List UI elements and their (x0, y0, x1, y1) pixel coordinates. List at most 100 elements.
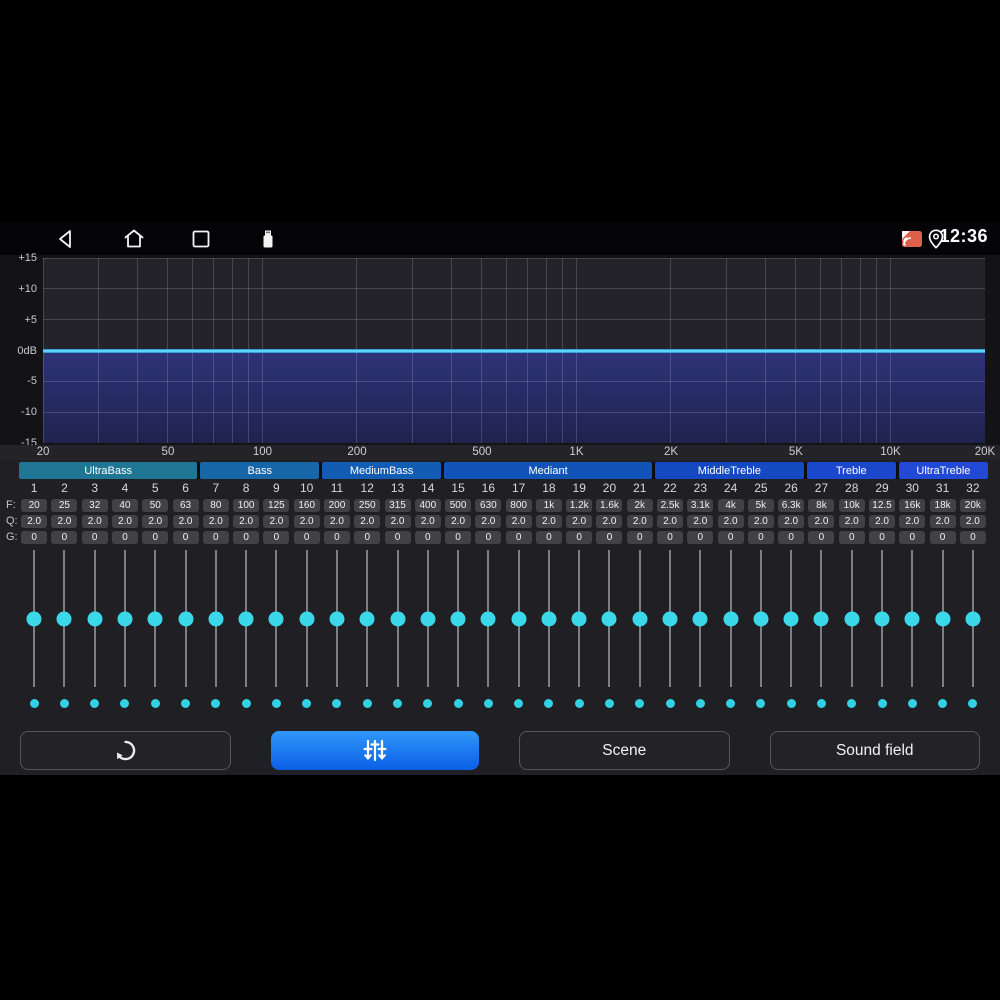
gain-slider-knob[interactable] (632, 611, 648, 626)
gain-slider-track[interactable] (329, 550, 345, 687)
gain-slider-track[interactable] (299, 550, 315, 687)
gain-slider-knob[interactable] (511, 611, 527, 626)
grid-hline (43, 288, 985, 290)
soundfield-button[interactable]: Sound field (769, 731, 980, 770)
gain-slider-knob[interactable] (56, 611, 72, 626)
gain-row-label: G: (6, 531, 18, 543)
gain-slider-knob[interactable] (26, 611, 42, 626)
gain-slider-track[interactable] (723, 550, 739, 687)
gain-slider-knob[interactable] (692, 611, 708, 626)
gain-slider-track[interactable] (26, 550, 42, 687)
gain-slider-knob[interactable] (935, 611, 951, 626)
gain-slider-knob[interactable] (117, 611, 133, 626)
band-number: 10 (299, 480, 314, 495)
eq-graph: +15 +10 +5 0dB -5 -10 -15 (0, 252, 1000, 449)
gain-slider-knob[interactable] (87, 611, 103, 626)
gain-slider-track[interactable] (147, 550, 163, 687)
q-value-chip: 2.0 (657, 515, 684, 528)
q-value-chip: 2.0 (929, 515, 956, 528)
gain-slider-knob[interactable] (662, 611, 678, 626)
x-tick-label: 500 (472, 446, 492, 458)
gain-slider-track[interactable] (450, 550, 466, 687)
x-tick-label: 100 (252, 446, 273, 458)
gain-slider-track[interactable] (541, 550, 557, 687)
gain-slider-track[interactable] (935, 550, 951, 687)
back-button[interactable] (55, 227, 79, 251)
gain-slider-knob[interactable] (359, 611, 375, 626)
gain-slider-knob[interactable] (299, 611, 315, 626)
gain-slider-track[interactable] (844, 550, 860, 687)
q-value-chip: 2.0 (384, 515, 411, 528)
q-value-chip: 2.0 (838, 515, 865, 528)
gain-slider-track[interactable] (813, 550, 829, 687)
slider-base-dot (483, 698, 493, 708)
usb-button[interactable] (256, 227, 280, 251)
freq-value-chip: 18k (929, 499, 956, 512)
gain-slider-track[interactable] (511, 550, 527, 687)
gain-slider-track[interactable] (904, 550, 920, 687)
gain-slider-track[interactable] (753, 550, 769, 687)
gain-slider-track[interactable] (480, 550, 496, 687)
gain-slider-knob[interactable] (541, 611, 557, 626)
gain-slider-knob[interactable] (238, 611, 254, 626)
equalizer-button[interactable] (270, 731, 479, 770)
gain-slider-knob[interactable] (723, 611, 739, 626)
gain-slider-knob[interactable] (178, 611, 194, 626)
gain-slider-knob[interactable] (904, 611, 920, 626)
gain-slider-knob[interactable] (813, 611, 829, 626)
gain-slider-knob[interactable] (571, 611, 587, 626)
band-number: 20 (602, 480, 617, 495)
gain-slider-track[interactable] (965, 550, 981, 687)
gain-slider-knob[interactable] (753, 611, 769, 626)
gain-slider-knob[interactable] (874, 611, 890, 626)
eq-curve-fill (43, 350, 985, 443)
gain-slider-knob[interactable] (390, 611, 406, 626)
gain-slider-knob[interactable] (147, 611, 163, 626)
gain-value-chip: 0 (959, 531, 986, 544)
gain-slider-track[interactable] (87, 550, 103, 687)
home-button[interactable] (122, 227, 146, 251)
gain-slider-knob[interactable] (208, 611, 224, 626)
recents-button[interactable] (189, 227, 213, 251)
slider-base-dot (59, 698, 69, 708)
gain-slider-track[interactable] (56, 550, 72, 687)
gain-slider-knob[interactable] (268, 611, 284, 626)
gain-value-chip: 0 (838, 531, 865, 544)
gain-slider-knob[interactable] (480, 611, 496, 626)
gain-slider-track[interactable] (420, 550, 436, 687)
reset-button[interactable] (20, 731, 231, 770)
gain-slider-track[interactable] (662, 550, 678, 687)
gain-slider-track[interactable] (571, 550, 587, 687)
scene-button[interactable]: Scene (519, 731, 730, 770)
gain-slider-track[interactable] (632, 550, 648, 687)
gain-slider-track[interactable] (238, 550, 254, 687)
slider-base-dot (393, 698, 403, 708)
gain-slider-track[interactable] (783, 550, 799, 687)
gain-slider-knob[interactable] (601, 611, 617, 626)
gain-slider-track[interactable] (359, 550, 375, 687)
freq-value-chip: 20 (21, 499, 48, 512)
gain-slider-track[interactable] (117, 550, 133, 687)
gain-slider-track[interactable] (874, 550, 890, 687)
gain-slider-track[interactable] (178, 550, 194, 687)
reset-icon (116, 740, 135, 761)
band-number: 13 (390, 480, 405, 495)
gain-slider-track[interactable] (601, 550, 617, 687)
x-tick-label: 200 (347, 446, 367, 458)
freq-value-chip: 4k (717, 499, 744, 512)
gain-slider-track[interactable] (208, 550, 224, 687)
gain-slider-knob[interactable] (420, 611, 436, 626)
gain-slider-knob[interactable] (783, 611, 799, 626)
gain-slider-knob[interactable] (450, 611, 466, 626)
gain-value-chip: 0 (111, 531, 138, 544)
gain-value-chip: 0 (81, 531, 108, 544)
band-group-mediant: Mediant (444, 462, 653, 479)
gain-slider-knob[interactable] (329, 611, 345, 626)
gain-slider-track[interactable] (692, 550, 708, 687)
gain-slider-track[interactable] (390, 550, 406, 687)
gain-slider-knob[interactable] (965, 611, 981, 626)
gain-slider-knob[interactable] (844, 611, 860, 626)
slider-base-dot (816, 698, 826, 708)
gain-value-chip: 0 (899, 531, 926, 544)
gain-slider-track[interactable] (268, 550, 284, 687)
